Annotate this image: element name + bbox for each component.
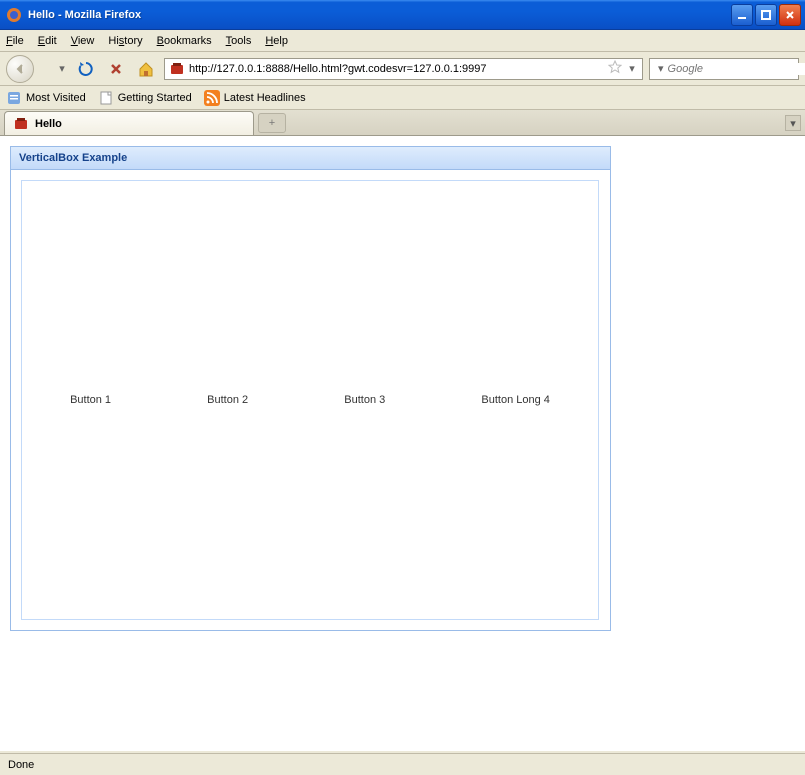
tab-list-dropdown[interactable]: ▾	[785, 115, 801, 131]
bookmark-star-icon[interactable]	[608, 60, 622, 77]
url-input[interactable]	[189, 63, 604, 75]
bookmark-label: Getting Started	[118, 92, 192, 104]
button-2[interactable]: Button 2	[207, 394, 248, 406]
menu-tools[interactable]: Tools	[226, 35, 252, 47]
stop-button[interactable]	[104, 57, 128, 81]
tab-hello[interactable]: Hello	[4, 111, 254, 135]
menu-history[interactable]: History	[108, 35, 142, 47]
bookmarks-toolbar: Most Visited Getting Started Latest Head…	[0, 86, 805, 110]
tab-label: Hello	[35, 118, 62, 130]
button-3[interactable]: Button 3	[344, 394, 385, 406]
page-content: VerticalBox Example Button 1 Button 2 Bu…	[0, 136, 805, 751]
rss-icon	[204, 90, 220, 106]
bookmark-most-visited[interactable]: Most Visited	[6, 90, 86, 106]
menu-help[interactable]: Help	[265, 35, 288, 47]
back-forward-group: ▾	[6, 55, 68, 83]
back-button[interactable]	[6, 55, 34, 83]
new-tab-button[interactable]: +	[258, 113, 286, 133]
url-dropdown[interactable]: ▾	[626, 62, 638, 75]
menu-view[interactable]: View	[71, 35, 95, 47]
search-box[interactable]: ▾	[649, 58, 799, 80]
bookmark-latest-headlines[interactable]: Latest Headlines	[204, 90, 306, 106]
firefox-icon	[6, 7, 22, 23]
close-button[interactable]	[779, 4, 801, 26]
status-text: Done	[8, 759, 34, 771]
menu-file[interactable]: File	[6, 35, 24, 47]
most-visited-icon	[6, 90, 22, 106]
page-icon	[98, 90, 114, 106]
nav-history-dropdown[interactable]: ▾	[56, 62, 68, 75]
maximize-button[interactable]	[755, 4, 777, 26]
bookmark-label: Most Visited	[26, 92, 86, 104]
minimize-button[interactable]	[731, 4, 753, 26]
home-button[interactable]	[134, 57, 158, 81]
window-buttons	[731, 4, 801, 26]
example-panel: VerticalBox Example Button 1 Button 2 Bu…	[10, 146, 611, 631]
navigation-toolbar: ▾ ▾ ▾	[0, 52, 805, 86]
button-long-4[interactable]: Button Long 4	[481, 394, 550, 406]
search-engine-dropdown[interactable]: ▾	[658, 62, 664, 75]
menu-edit[interactable]: Edit	[38, 35, 57, 47]
reload-button[interactable]	[74, 57, 98, 81]
status-bar: Done	[0, 753, 805, 775]
window-title: Hello - Mozilla Firefox	[28, 9, 731, 21]
window-titlebar: Hello - Mozilla Firefox	[0, 0, 805, 30]
button-1[interactable]: Button 1	[70, 394, 111, 406]
bookmark-label: Latest Headlines	[224, 92, 306, 104]
menu-bookmarks[interactable]: Bookmarks	[157, 35, 212, 47]
page-favicon-icon	[169, 61, 185, 77]
menu-bar: File Edit View History Bookmarks Tools H…	[0, 30, 805, 52]
menu-file-label: ile	[13, 35, 24, 47]
tab-favicon-icon	[13, 116, 29, 132]
panel-title: VerticalBox Example	[11, 147, 610, 170]
url-bar[interactable]: ▾	[164, 58, 643, 80]
plus-icon: +	[269, 117, 275, 129]
panel-body: Button 1 Button 2 Button 3 Button Long 4	[11, 170, 610, 630]
button-row: Button 1 Button 2 Button 3 Button Long 4	[21, 180, 599, 620]
tab-strip: Hello + ▾	[0, 110, 805, 136]
search-input[interactable]	[668, 63, 805, 75]
bookmark-getting-started[interactable]: Getting Started	[98, 90, 192, 106]
